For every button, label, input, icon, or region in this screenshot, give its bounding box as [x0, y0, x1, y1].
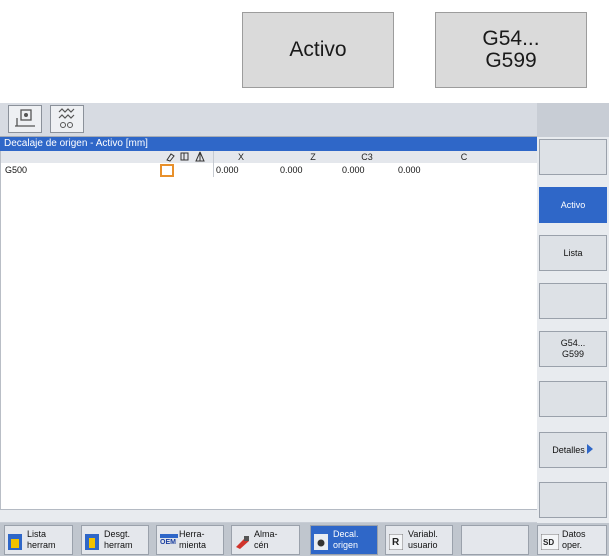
table-header: X Z C3 C [1, 151, 538, 163]
cell-c: 0.000 [398, 165, 421, 175]
column-header-c3: C3 [361, 152, 373, 162]
oem-tool-icon: OEM [160, 534, 178, 550]
g54-g599-key[interactable]: G54... G599 [435, 12, 587, 88]
g54-key-label-line1: G54... [482, 27, 540, 50]
activo-key-label: Activo [289, 38, 347, 61]
offset-table: X Z C3 C G500 0.000 0.000 0.000 0.000 [0, 151, 538, 509]
hsoftkey-almacen[interactable]: Alma-cén [231, 525, 300, 555]
hsoftkey-datos-label: Datos oper. [562, 529, 586, 550]
cell-z: 0.000 [280, 165, 303, 175]
cell-c3: 0.000 [342, 165, 365, 175]
softkey-lista-label: Lista [563, 247, 583, 258]
hsoftkey-empty[interactable] [461, 525, 529, 555]
g54-key-label-line2: G599 [485, 49, 537, 72]
active-checkbox[interactable] [160, 164, 174, 177]
table-row[interactable]: G500 0.000 0.000 0.000 0.000 [1, 164, 538, 177]
hsoftkey-herramienta[interactable]: OEM Herra-mienta [156, 525, 224, 555]
softkey-activo-label: Activo [560, 199, 586, 210]
frame-icon [179, 151, 191, 165]
hsoftkey-lista-herram[interactable]: Lista herram [4, 525, 73, 555]
hsoftkey-decal-origen[interactable]: Decal. origen [310, 525, 378, 555]
arrow-right-icon [586, 443, 594, 458]
softkey-lista[interactable]: Lista [539, 235, 607, 271]
setting-data-icon: SD [540, 533, 560, 551]
softkey-g54-line1: G54... [560, 338, 586, 348]
user-variable-icon: R [388, 533, 404, 551]
softkey-g54-line2: G599 [561, 349, 585, 359]
vertical-softkey-bar: Activo Lista G54... G599 Detalles [537, 137, 609, 531]
softkey-empty-1[interactable] [539, 139, 607, 175]
row-name: G500 [5, 165, 28, 175]
horizontal-softkey-bar: Lista herram Desgt. herram OEM Herra-mient… [0, 523, 609, 556]
oem-text: OEM [160, 539, 176, 546]
tool-icon [165, 151, 177, 165]
softkey-detalles-label: Detalles [552, 444, 585, 455]
hsoftkey-datos-oper[interactable]: SD Datos oper. [537, 525, 607, 555]
hsoftkey-desgt-herram[interactable]: Desgt. herram [81, 525, 149, 555]
page-title: Decalaje de origen - Activo [mm] [0, 137, 537, 151]
column-header-c: C [460, 152, 468, 162]
message-line [0, 509, 537, 522]
cnc-screen: Decalaje de origen - Activo [mm] X Z C3 … [0, 103, 609, 556]
hsoftkey-lista-label: Lista herram [27, 529, 56, 550]
hsoftkey-variabl-usuario[interactable]: R Variabl. usuario [385, 525, 453, 555]
softkey-empty-3[interactable] [539, 381, 607, 417]
softkey-empty-4[interactable] [539, 482, 607, 518]
r-text: R [392, 537, 400, 548]
column-header-z: Z [310, 152, 316, 162]
column-header-x: X [237, 152, 244, 162]
machine-zero-icon[interactable] [8, 105, 42, 133]
softkey-detalles[interactable]: Detalles [539, 432, 607, 468]
softkey-activo[interactable]: Activo [539, 187, 607, 223]
cell-x: 0.000 [216, 165, 239, 175]
tool-list-icon [8, 534, 22, 550]
softkey-g54-g599[interactable]: G54... G599 [539, 331, 607, 367]
hsoftkey-decal-label: Decal. origen [333, 529, 359, 550]
sd-text: SD [543, 538, 555, 547]
top-icon-strip [0, 103, 537, 137]
work-offset-icon [314, 534, 328, 550]
tool-wear-icon [85, 534, 99, 550]
hsoftkey-desgt-label: Desgt. herram [104, 529, 133, 550]
softkey-empty-2[interactable] [539, 283, 607, 319]
hsoftkey-herra-label: Herra-mienta [179, 529, 207, 550]
waveform-jog-icon[interactable] [50, 105, 84, 133]
magazine-icon [235, 534, 249, 550]
hsoftkey-variabl-label: Variabl. usuario [408, 529, 438, 550]
activo-key[interactable]: Activo [242, 12, 394, 88]
mirror-icon [194, 151, 206, 165]
hsoftkey-alma-label: Alma-cén [254, 529, 278, 550]
